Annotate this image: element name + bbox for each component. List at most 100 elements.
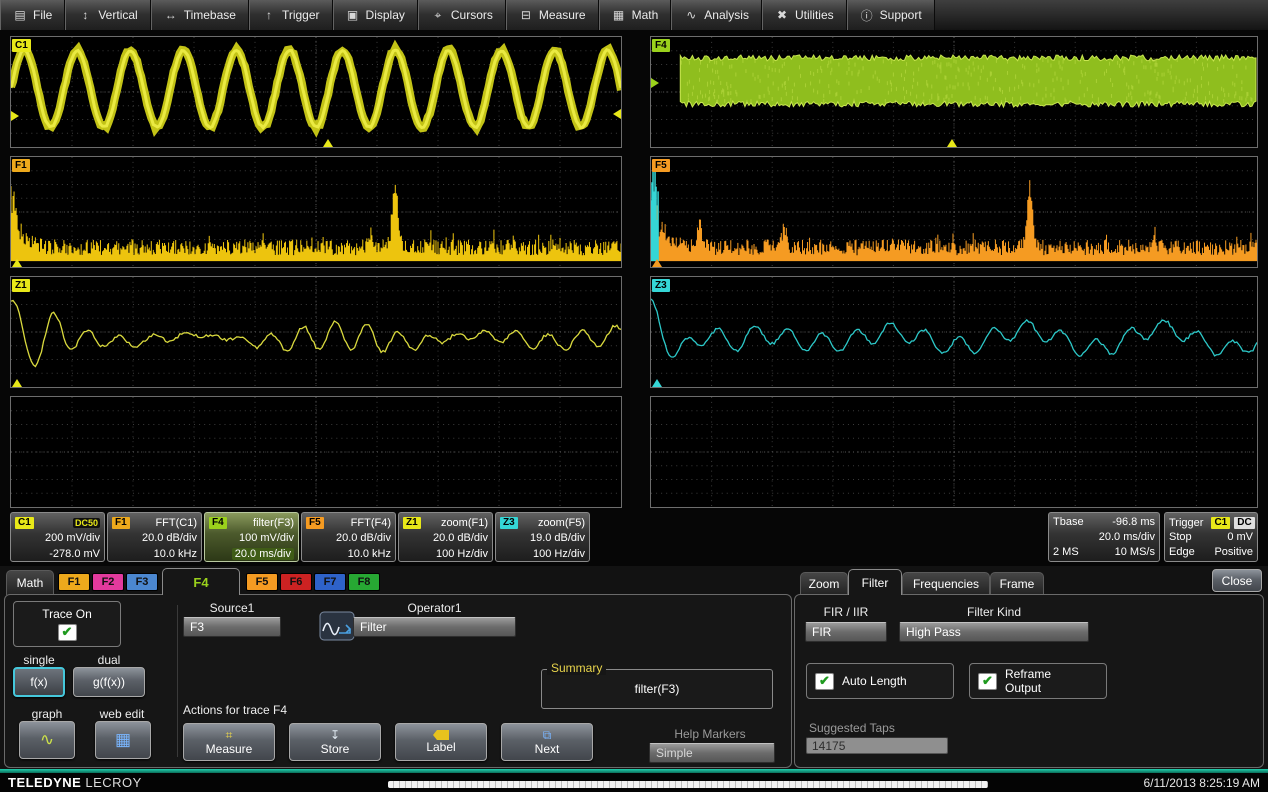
descriptor-title: zoom(F1) bbox=[440, 516, 488, 529]
reframe-output-checkbox[interactable]: ✔ Reframe Output bbox=[969, 663, 1107, 699]
trigger-marker[interactable] bbox=[652, 379, 663, 387]
channel-chip-f4[interactable]: F4 bbox=[652, 39, 670, 52]
descriptor-f5[interactable]: F5 FFT(F4) 20.0 dB/div 10.0 kHz bbox=[301, 512, 396, 562]
trigger-descriptor[interactable]: Trigger C1 DC Stop 0 mV Edge Positive bbox=[1164, 512, 1258, 562]
tab-f2[interactable]: F2 bbox=[92, 573, 124, 591]
tab-math[interactable]: Math bbox=[6, 570, 54, 595]
descriptor-f1[interactable]: F1 FFT(C1) 20.0 dB/div 10.0 kHz bbox=[107, 512, 202, 562]
descriptor-c1[interactable]: C1 DC50 200 mV/div -278.0 mV bbox=[10, 512, 105, 562]
filter-operator-icon[interactable] bbox=[319, 611, 355, 641]
tab-f3[interactable]: F3 bbox=[126, 573, 158, 591]
grid-panel-f5[interactable]: F5 bbox=[650, 156, 1258, 268]
menu-display[interactable]: ▣ Display bbox=[332, 0, 418, 30]
trigger-marker[interactable] bbox=[11, 111, 19, 122]
menu-measure[interactable]: ⊟ Measure bbox=[505, 0, 599, 30]
tab-f4[interactable]: F4 bbox=[162, 568, 240, 595]
tab-f6[interactable]: F6 bbox=[280, 573, 312, 591]
web-edit-button[interactable]: ▦ bbox=[95, 721, 151, 759]
measure-action-button[interactable]: ⌗ Measure bbox=[183, 723, 275, 761]
descriptor-offset: 10.0 kHz bbox=[153, 548, 197, 560]
trigger-type: Edge bbox=[1169, 546, 1195, 558]
menu-support[interactable]: ⓘ Support bbox=[846, 0, 935, 30]
trigger-slope: Positive bbox=[1214, 546, 1253, 558]
trigger-marker[interactable] bbox=[12, 259, 23, 267]
trigger-marker[interactable] bbox=[323, 139, 334, 147]
descriptor-title: zoom(F5) bbox=[537, 516, 585, 529]
trigger-marker[interactable] bbox=[651, 78, 659, 89]
tab-f8[interactable]: F8 bbox=[348, 573, 380, 591]
menu-file[interactable]: ▤ File bbox=[0, 0, 66, 30]
brand-logo: TELEDYNE LECROY bbox=[8, 775, 142, 790]
tab-f7[interactable]: F7 bbox=[314, 573, 346, 591]
store-action-button[interactable]: ↧ Store bbox=[289, 723, 381, 761]
support-icon: ⓘ bbox=[860, 8, 873, 23]
descriptor-offset: 10.0 kHz bbox=[347, 548, 391, 560]
operator1-dropdown[interactable]: Filter bbox=[353, 617, 516, 637]
tab-zoom[interactable]: Zoom bbox=[800, 572, 848, 595]
menu-math[interactable]: ▦ Math bbox=[598, 0, 672, 30]
descriptor-z3[interactable]: Z3 zoom(F5) 19.0 dB/div 100 Hz/div bbox=[495, 512, 590, 562]
descriptor-z1[interactable]: Z1 zoom(F1) 20.0 dB/div 100 Hz/div bbox=[398, 512, 493, 562]
descriptor-f4[interactable]: F4 filter(F3) 100 mV/div 20.0 ms/div bbox=[204, 512, 299, 562]
fir-iir-dropdown[interactable]: FIR bbox=[805, 622, 887, 642]
timebase-icon: ↔ bbox=[164, 8, 177, 22]
menu-utilities[interactable]: ✖ Utilities bbox=[761, 0, 847, 30]
grid-panel-f1[interactable]: F1 bbox=[10, 156, 622, 268]
trigger-marker[interactable] bbox=[652, 259, 663, 267]
utilities-icon: ✖ bbox=[776, 8, 787, 22]
channel-chip-f5[interactable]: F5 bbox=[652, 159, 670, 172]
fir-iir-label: FIR / IIR bbox=[823, 605, 869, 619]
datetime-display: 6/11/2013 8:25:19 AM bbox=[1143, 776, 1260, 790]
grid-panel-z3[interactable]: Z3 bbox=[650, 276, 1258, 388]
descriptor-chip: F1 bbox=[112, 516, 130, 529]
channel-chip-f1[interactable]: F1 bbox=[12, 159, 30, 172]
grid-panel-empty-right[interactable] bbox=[650, 396, 1258, 508]
grid-panel-c1[interactable]: C1 bbox=[10, 36, 622, 148]
web-edit-icon: ▦ bbox=[114, 730, 132, 749]
label-action-button[interactable]: Label bbox=[395, 723, 487, 761]
dual-gfx-button[interactable]: g(f(x)) bbox=[73, 667, 145, 697]
channel-chip-z1[interactable]: Z1 bbox=[12, 279, 30, 292]
grid-panel-f4[interactable]: F4 bbox=[650, 36, 1258, 148]
single-fx-button[interactable]: f(x) bbox=[13, 667, 65, 697]
menu-timebase[interactable]: ↔ Timebase bbox=[150, 0, 249, 30]
filter-kind-dropdown[interactable]: High Pass bbox=[899, 622, 1089, 642]
scope-column-right: F4 F5 Z3 bbox=[650, 36, 1258, 508]
grid-panel-empty-left[interactable] bbox=[10, 396, 622, 508]
menu-analysis[interactable]: ∿ Analysis bbox=[671, 0, 762, 30]
source1-dropdown[interactable]: F3 bbox=[183, 617, 281, 637]
waveform-z1 bbox=[11, 277, 621, 387]
next-action-button[interactable]: ⧉ Next bbox=[501, 723, 593, 761]
trigger-marker[interactable] bbox=[12, 379, 23, 387]
store-action-label: Store bbox=[320, 742, 350, 756]
help-markers-dropdown[interactable]: Simple bbox=[649, 743, 775, 763]
grid-panel-z1[interactable]: Z1 bbox=[10, 276, 622, 388]
trace-on-checkbox[interactable]: Trace On ✔ bbox=[13, 601, 121, 647]
tab-frequencies[interactable]: Frequencies bbox=[902, 572, 990, 595]
channel-chip-c1[interactable]: C1 bbox=[12, 39, 31, 52]
tab-filter[interactable]: Filter bbox=[848, 569, 902, 595]
close-button[interactable]: Close bbox=[1212, 569, 1262, 592]
menu-trigger[interactable]: ↑ Trigger bbox=[248, 0, 333, 30]
menu-vertical[interactable]: ↕ Vertical bbox=[65, 0, 151, 30]
checkbox-checked-icon: ✔ bbox=[815, 672, 834, 690]
tab-f5[interactable]: F5 bbox=[246, 573, 278, 591]
menu-label: Cursors bbox=[450, 8, 493, 22]
channel-chip-z3[interactable]: Z3 bbox=[652, 279, 670, 292]
tab-f1[interactable]: F1 bbox=[58, 573, 90, 591]
graph-button[interactable]: ∿ bbox=[19, 721, 75, 759]
auto-length-checkbox[interactable]: ✔ Auto Length bbox=[806, 663, 954, 699]
menu-label: Utilities bbox=[794, 8, 834, 22]
timebase-record: 2 MS bbox=[1053, 546, 1079, 558]
descriptor-scale: 20.0 dB/div bbox=[141, 532, 197, 544]
checkbox-checked-icon: ✔ bbox=[978, 672, 997, 690]
descriptor-offset: -278.0 mV bbox=[49, 548, 100, 560]
filter-settings-panel: FIR / IIR FIR Filter Kind High Pass ✔ Au… bbox=[794, 594, 1264, 768]
filter-kind-label: Filter Kind bbox=[966, 605, 1022, 619]
trigger-marker[interactable] bbox=[613, 109, 621, 119]
actions-label: Actions for trace F4 bbox=[183, 703, 288, 717]
trigger-marker[interactable] bbox=[947, 139, 958, 147]
tab-frame[interactable]: Frame bbox=[990, 572, 1044, 595]
menu-cursors[interactable]: ⌖ Cursors bbox=[417, 0, 506, 30]
timebase-descriptor[interactable]: Tbase -96.8 ms 20.0 ms/div 2 MS 10 MS/s bbox=[1048, 512, 1160, 562]
